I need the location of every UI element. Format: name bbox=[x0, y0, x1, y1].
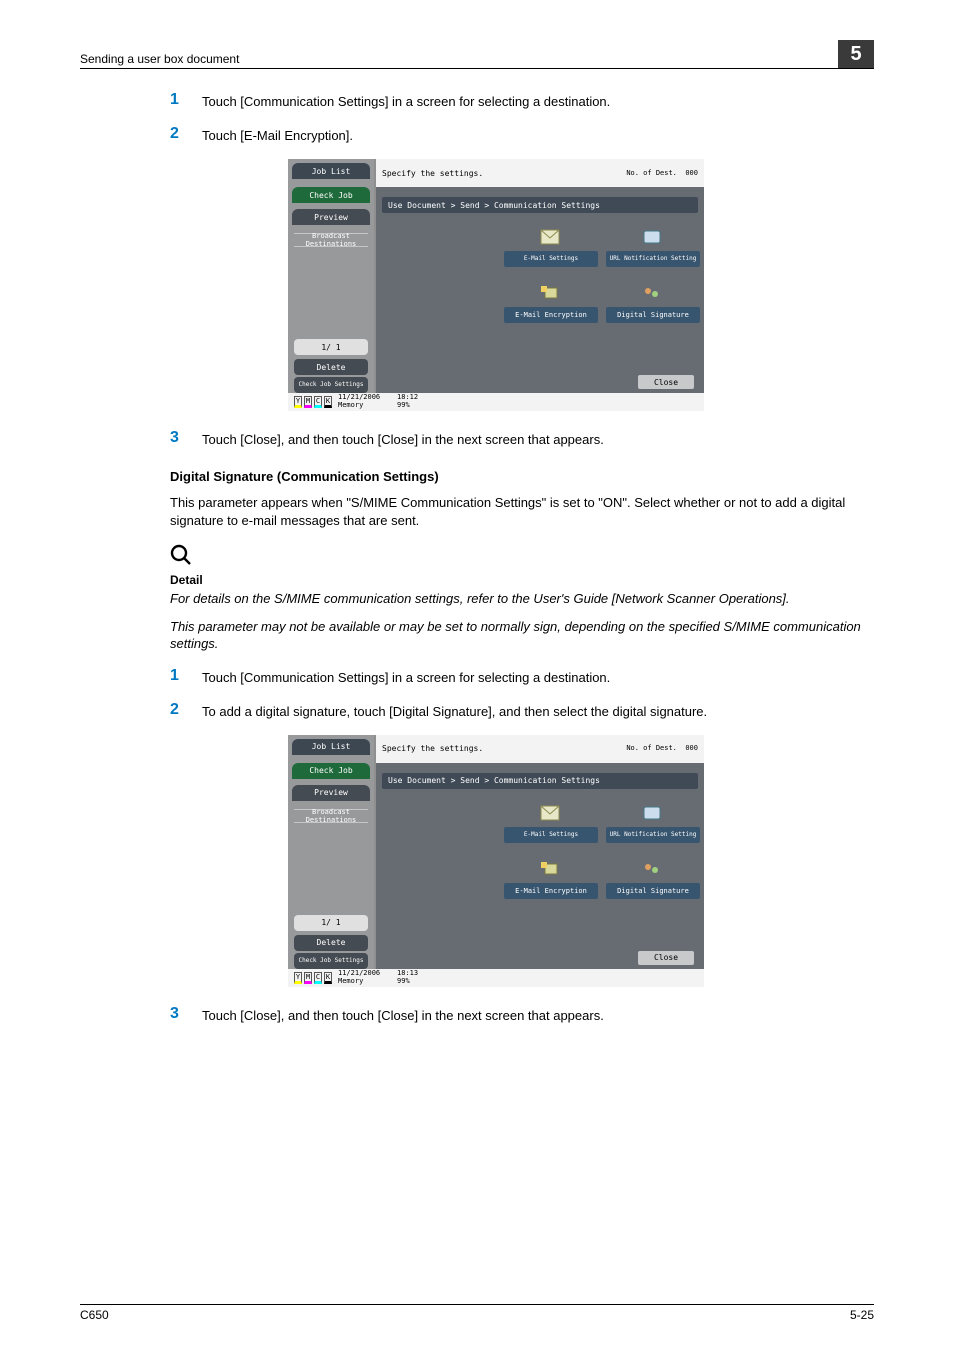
detail-icon bbox=[169, 543, 874, 573]
check-job-settings-button[interactable]: Check Job Settings bbox=[294, 953, 368, 969]
device-screenshot: Job List Check Job Preview Broadcast Des… bbox=[288, 159, 704, 411]
device-screenshot: Job List Check Job Preview Broadcast Des… bbox=[288, 735, 704, 987]
close-button[interactable]: Close bbox=[638, 951, 694, 965]
noof-value: 000 bbox=[685, 169, 698, 177]
detail-paragraph: For details on the S/MIME communication … bbox=[170, 590, 874, 608]
tab-check-job[interactable]: Check Job bbox=[292, 763, 370, 779]
digital-signature-icon bbox=[638, 857, 666, 881]
url-notification-icon bbox=[638, 225, 666, 249]
url-notification-button[interactable]: URL Notification Setting bbox=[606, 827, 700, 843]
instruction-text: Specify the settings. bbox=[382, 744, 483, 753]
tab-job-list[interactable]: Job List bbox=[292, 163, 370, 179]
url-notification-button[interactable]: URL Notification Setting bbox=[606, 251, 700, 267]
broadcast-destinations-label: Broadcast Destinations bbox=[294, 233, 368, 247]
step-text: Touch [Close], and then touch [Close] in… bbox=[202, 1005, 604, 1023]
noof-label: No. of Dest. bbox=[626, 169, 677, 177]
broadcast-destinations-label: Broadcast Destinations bbox=[294, 809, 368, 823]
section-heading: Digital Signature (Communication Setting… bbox=[170, 469, 874, 484]
toner-indicators: YMCK bbox=[294, 972, 332, 984]
email-settings-icon bbox=[536, 225, 564, 249]
detail-paragraph: This parameter may not be available or m… bbox=[170, 618, 874, 653]
noof-value: 000 bbox=[685, 744, 698, 752]
digital-signature-button[interactable]: Digital Signature bbox=[606, 883, 700, 899]
breadcrumb: Use Document > Send > Communication Sett… bbox=[382, 197, 698, 213]
step-text: To add a digital signature, touch [Digit… bbox=[202, 701, 707, 719]
status-memory-label: Memory bbox=[338, 977, 363, 985]
section-intro: This parameter appears when "S/MIME Comm… bbox=[170, 494, 874, 529]
check-job-settings-button[interactable]: Check Job Settings bbox=[294, 377, 368, 393]
tab-preview[interactable]: Preview bbox=[292, 209, 370, 225]
step-text: Touch [Close], and then touch [Close] in… bbox=[202, 429, 604, 447]
step-number: 3 bbox=[170, 1005, 202, 1023]
tab-preview[interactable]: Preview bbox=[292, 785, 370, 801]
step-number: 2 bbox=[170, 125, 202, 143]
status-memory-value: 99% bbox=[397, 977, 410, 985]
footer-doc-id: C650 bbox=[80, 1308, 109, 1322]
breadcrumb: Use Document > Send > Communication Sett… bbox=[382, 773, 698, 789]
status-memory-value: 99% bbox=[397, 401, 410, 409]
status-memory-label: Memory bbox=[338, 401, 363, 409]
noof-label: No. of Dest. bbox=[626, 744, 677, 752]
url-notification-icon bbox=[638, 801, 666, 825]
step-text: Touch [Communication Settings] in a scre… bbox=[202, 667, 610, 685]
step-text: Touch [Communication Settings] in a scre… bbox=[202, 91, 610, 109]
step-number: 1 bbox=[170, 91, 202, 109]
tab-check-job[interactable]: Check Job bbox=[292, 187, 370, 203]
email-encryption-button[interactable]: E-Mail Encryption bbox=[504, 307, 598, 323]
toner-indicators: YMCK bbox=[294, 396, 332, 408]
digital-signature-icon bbox=[638, 281, 666, 305]
tab-job-list[interactable]: Job List bbox=[292, 739, 370, 755]
email-encryption-button[interactable]: E-Mail Encryption bbox=[504, 883, 598, 899]
email-encryption-icon bbox=[536, 857, 564, 881]
close-button[interactable]: Close bbox=[638, 375, 694, 389]
chapter-number-badge: 5 bbox=[838, 40, 874, 68]
step-number: 3 bbox=[170, 429, 202, 447]
delete-button[interactable]: Delete bbox=[294, 359, 368, 375]
email-settings-icon bbox=[536, 801, 564, 825]
step-number: 2 bbox=[170, 701, 202, 719]
digital-signature-button[interactable]: Digital Signature bbox=[606, 307, 700, 323]
footer-page-number: 5-25 bbox=[850, 1308, 874, 1322]
delete-button[interactable]: Delete bbox=[294, 935, 368, 951]
detail-label: Detail bbox=[170, 573, 874, 587]
step-text: Touch [E-Mail Encryption]. bbox=[202, 125, 353, 143]
pager-indicator: 1/ 1 bbox=[294, 915, 368, 931]
running-header: Sending a user box document bbox=[80, 52, 838, 66]
pager-indicator: 1/ 1 bbox=[294, 339, 368, 355]
email-encryption-icon bbox=[536, 281, 564, 305]
email-settings-button[interactable]: E-Mail Settings bbox=[504, 827, 598, 843]
instruction-text: Specify the settings. bbox=[382, 169, 483, 178]
step-number: 1 bbox=[170, 667, 202, 685]
email-settings-button[interactable]: E-Mail Settings bbox=[504, 251, 598, 267]
